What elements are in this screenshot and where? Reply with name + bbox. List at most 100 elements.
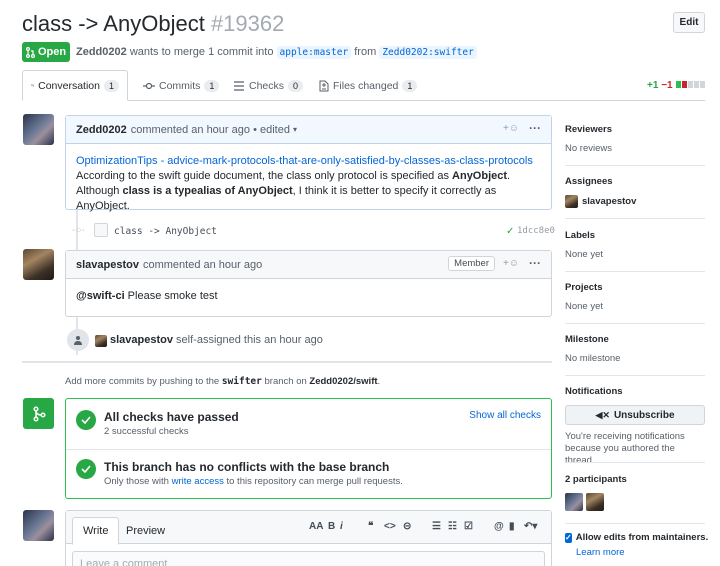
sidebar-divider bbox=[565, 218, 705, 219]
comment-link[interactable]: OptimizationTips - advice-mark-protocols… bbox=[76, 155, 533, 167]
checks-title: All checks have passed bbox=[104, 410, 239, 424]
edited-dropdown[interactable]: • edited bbox=[253, 124, 290, 136]
allow-edits-checkbox[interactable]: ✓ bbox=[565, 532, 572, 543]
chevron-down-icon[interactable]: ▾ bbox=[293, 125, 297, 134]
composer-toolbar: Write Preview AA B i ❝ <> ⊝ ☰ ☷ ☑ @ ▮ ↶▾ bbox=[66, 511, 551, 545]
checks-subtitle: 2 successful checks bbox=[104, 426, 189, 437]
commit-dot-icon: -○- bbox=[72, 225, 85, 236]
push-hint-text: . bbox=[377, 376, 381, 387]
unsubscribe-label: Unsubscribe bbox=[613, 409, 675, 421]
tab-commits[interactable]: Commits 1 bbox=[143, 70, 220, 101]
event-actor[interactable]: slavapestov bbox=[110, 334, 173, 346]
assignee[interactable]: slavapestov bbox=[565, 195, 705, 208]
diff-block bbox=[676, 81, 682, 88]
tab-preview[interactable]: Preview bbox=[116, 517, 175, 545]
quote-icon[interactable]: ❝ bbox=[368, 521, 373, 532]
head-branch[interactable]: Zedd0202:swifter bbox=[379, 46, 477, 59]
avatar[interactable] bbox=[23, 114, 54, 145]
sidebar-heading[interactable]: Assignees bbox=[565, 175, 705, 189]
sidebar-divider bbox=[565, 523, 705, 524]
check-circle-icon bbox=[76, 410, 96, 430]
add-reaction-icon[interactable]: +☺ bbox=[503, 258, 519, 269]
tab-count: 1 bbox=[402, 79, 418, 92]
add-reaction-icon[interactable]: +☺ bbox=[503, 123, 519, 134]
heading-icon[interactable]: AA bbox=[309, 521, 323, 532]
sidebar-reviewers: Reviewers No reviews bbox=[565, 123, 705, 155]
member-badge: Member bbox=[448, 256, 495, 271]
allow-edits-row: ✓ Allow edits from maintainers. bbox=[565, 532, 708, 543]
more-options-icon[interactable]: ··· bbox=[529, 256, 541, 270]
tab-checks[interactable]: Checks 0 bbox=[233, 70, 304, 101]
file-diff-icon bbox=[319, 80, 329, 91]
sidebar-heading[interactable]: Reviewers bbox=[565, 123, 705, 137]
show-all-checks-link[interactable]: Show all checks bbox=[469, 410, 541, 421]
merge-status-box: All checks have passed 2 successful chec… bbox=[65, 398, 552, 499]
code-icon[interactable]: <> bbox=[384, 521, 396, 532]
reply-icon[interactable]: ↶▾ bbox=[524, 521, 537, 532]
sidebar-assignees: Assignees slavapestov bbox=[565, 175, 705, 208]
tab-conversation[interactable]: Conversation 1 bbox=[22, 70, 128, 101]
sidebar-value: None yet bbox=[565, 249, 604, 260]
sidebar-heading[interactable]: Projects bbox=[565, 281, 705, 295]
bulleted-list-icon[interactable]: ☰ bbox=[432, 521, 441, 532]
numbered-list-icon[interactable]: ☷ bbox=[448, 521, 457, 532]
status-badge: Open bbox=[22, 42, 70, 62]
push-hint-text: Add more commits by pushing to the bbox=[65, 376, 222, 387]
italic-icon[interactable]: i bbox=[340, 521, 343, 532]
avatar bbox=[565, 195, 578, 208]
bold-icon[interactable]: B bbox=[328, 521, 335, 532]
comment-author[interactable]: Zedd0202 bbox=[76, 124, 127, 136]
assignee-name[interactable]: slavapestov bbox=[582, 196, 636, 208]
tab-files-changed[interactable]: Files changed 1 bbox=[319, 70, 418, 101]
task-list-icon[interactable]: ☑ bbox=[464, 521, 473, 532]
unsubscribe-button[interactable]: ◀✕ Unsubscribe bbox=[565, 405, 705, 425]
avatar[interactable] bbox=[95, 335, 107, 347]
push-hint-text: branch on bbox=[261, 376, 310, 387]
comment-text: Although bbox=[76, 185, 123, 197]
pr-author-link[interactable]: Zedd0202 bbox=[76, 46, 127, 58]
comment-header: slavapestov commented an hour ago Member… bbox=[66, 251, 551, 279]
tab-count: 1 bbox=[204, 79, 220, 92]
sidebar-participants: 2 participants bbox=[565, 473, 705, 511]
edit-button[interactable]: Edit bbox=[673, 12, 705, 33]
write-access-link[interactable]: write access bbox=[172, 476, 224, 487]
lines-removed: −1 bbox=[661, 80, 673, 91]
sidebar-heading[interactable]: Labels bbox=[565, 229, 705, 243]
bookmark-icon[interactable]: ▮ bbox=[509, 521, 515, 532]
diff-block bbox=[694, 81, 700, 88]
notification-text: You're receiving notifications bbox=[565, 431, 685, 442]
sidebar-value: None yet bbox=[565, 301, 604, 312]
comment-composer: Write Preview AA B i ❝ <> ⊝ ☰ ☷ ☑ @ ▮ ↶▾… bbox=[65, 510, 552, 566]
avatar[interactable] bbox=[565, 493, 583, 511]
check-icon: ✓ bbox=[506, 226, 515, 237]
link-icon[interactable]: ⊝ bbox=[403, 521, 411, 532]
mention-icon[interactable]: @ bbox=[494, 521, 504, 532]
diff-block bbox=[688, 81, 694, 88]
pull-request-icon bbox=[25, 46, 35, 58]
conflict-text-post: to this repository can merge pull reques… bbox=[223, 476, 403, 487]
pr-title-text: class -> AnyObject bbox=[22, 11, 205, 36]
user-mention[interactable]: @swift-ci bbox=[76, 290, 125, 302]
comment-textarea[interactable]: Leave a comment bbox=[72, 551, 545, 566]
sidebar-heading[interactable]: Milestone bbox=[565, 333, 705, 347]
tab-write[interactable]: Write bbox=[72, 517, 120, 545]
pr-summary-text: wants to merge 1 commit into bbox=[129, 46, 274, 58]
comment-body: @swift-ci Please smoke test bbox=[66, 279, 551, 314]
commit-message[interactable]: class -> AnyObject bbox=[114, 226, 217, 237]
avatar[interactable] bbox=[23, 249, 54, 280]
pr-number: #19362 bbox=[210, 11, 285, 36]
push-hint-repo[interactable]: Zedd0202/swift bbox=[309, 376, 377, 387]
avatar[interactable] bbox=[586, 493, 604, 511]
comment-author[interactable]: slavapestov bbox=[76, 259, 139, 271]
base-branch[interactable]: apple:master bbox=[276, 46, 352, 59]
commit-sha[interactable]: 1dcc8e0 bbox=[517, 226, 555, 236]
tab-count: 0 bbox=[288, 79, 304, 92]
conflict-title: This branch has no conflicts with the ba… bbox=[104, 460, 390, 474]
participant-list bbox=[565, 493, 705, 511]
sidebar-divider bbox=[565, 271, 705, 272]
lines-added: +1 bbox=[647, 80, 659, 91]
learn-more-link[interactable]: Learn more bbox=[576, 547, 705, 558]
avatar bbox=[23, 510, 54, 541]
diff-stat: +1 −1 bbox=[647, 80, 706, 91]
more-options-icon[interactable]: ··· bbox=[529, 121, 541, 135]
